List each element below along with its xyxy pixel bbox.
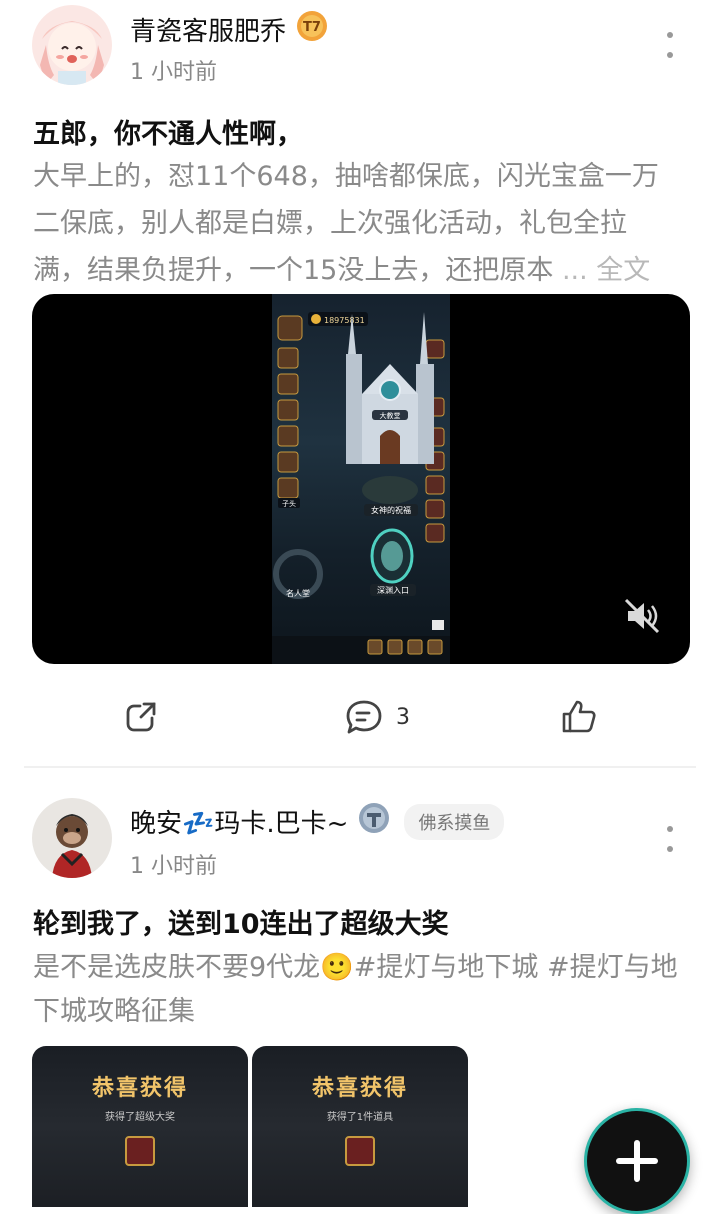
post-body-line-last: 满，结果负提升，一个15没上去，还把原本 ... 全文 bbox=[33, 247, 688, 294]
video-frame: 18975831 大教堂 女神的祝福 深渊入口 子头 名人堂 bbox=[272, 294, 450, 664]
avatar[interactable] bbox=[32, 5, 112, 85]
level-badge-icon bbox=[358, 802, 390, 841]
post-body-line: 是不是选皮肤不要9代龙🙂#提灯与地下城 #提灯与地 bbox=[33, 952, 678, 983]
scene-label: 女神的祝福 bbox=[371, 505, 411, 515]
post-image[interactable]: 恭喜获得 获得了超级大奖 bbox=[32, 1046, 248, 1207]
scene-label: 子头 bbox=[282, 499, 296, 508]
post-body-line: 下城攻略征集 bbox=[33, 996, 195, 1027]
user-tag: 佛系摸鱼 bbox=[404, 803, 505, 840]
reward-item-icon bbox=[345, 1136, 375, 1166]
post-body: 大早上的，怼11个648，抽啥都保底，闪光宝盒一万 二保底，别人都是白嫖，上次强… bbox=[33, 153, 688, 294]
avatar-image bbox=[32, 798, 112, 878]
author-name[interactable]: 青瓷客服肥乔 bbox=[130, 11, 286, 48]
scene-label: 名人堂 bbox=[286, 588, 310, 598]
comment-count: 3 bbox=[396, 704, 410, 730]
scene-label: 大教堂 bbox=[380, 411, 401, 420]
post-image[interactable]: 恭喜获得 获得了1件道具 bbox=[252, 1046, 468, 1207]
avatar[interactable] bbox=[32, 798, 112, 878]
author-row: 青瓷客服肥乔 T7 bbox=[130, 10, 328, 49]
image-subtitle: 获得了1件道具 bbox=[326, 1112, 394, 1123]
post-title: 五郎，你不通人性啊， bbox=[33, 119, 303, 150]
more-options-icon[interactable] bbox=[664, 32, 676, 58]
level-badge-text: T7 bbox=[303, 20, 321, 35]
post-body: 是不是选皮肤不要9代龙🙂#提灯与地下城 #提灯与地 下城攻略征集 bbox=[33, 946, 688, 1034]
share-button[interactable] bbox=[122, 697, 172, 737]
scene-label: 深渊入口 bbox=[377, 585, 409, 595]
avatar-image bbox=[32, 5, 112, 85]
post-card: 青瓷客服肥乔 T7 1 小时前 五郎，你不通人性啊， 大早上的，怼11个648，… bbox=[0, 0, 720, 768]
comment-icon bbox=[346, 700, 382, 734]
like-button[interactable] bbox=[560, 697, 610, 737]
author-name[interactable]: 晚安💤玛卡.巴卡~ bbox=[130, 803, 348, 840]
create-post-button[interactable] bbox=[584, 1108, 690, 1214]
image-title: 恭喜获得 bbox=[91, 1076, 188, 1101]
thumbs-up-icon bbox=[562, 700, 596, 733]
level-badge-icon: T7 bbox=[296, 10, 328, 49]
post-title: 轮到我了，送到10连出了超级大奖 bbox=[33, 909, 449, 940]
read-full-link[interactable]: ... 全文 bbox=[562, 255, 650, 286]
video-player[interactable]: 18975831 大教堂 女神的祝福 深渊入口 子头 名人堂 bbox=[32, 294, 690, 664]
image-subtitle: 获得了超级大奖 bbox=[105, 1112, 175, 1123]
mute-icon[interactable] bbox=[622, 596, 662, 636]
reward-item-icon bbox=[125, 1136, 155, 1166]
post-body-line: 二保底，别人都是白嫖，上次强化活动，礼包全拉 bbox=[33, 208, 627, 239]
post-divider bbox=[24, 766, 696, 768]
post-body-line: 大早上的，怼11个648，抽啥都保底，闪光宝盒一万 bbox=[33, 161, 659, 192]
share-icon bbox=[126, 702, 156, 732]
post-body-line: 满，结果负提升，一个15没上去，还把原本 bbox=[33, 255, 562, 286]
plus-icon bbox=[616, 1140, 658, 1182]
comment-button[interactable]: 3 bbox=[344, 697, 410, 737]
author-row: 晚安💤玛卡.巴卡~ 佛系摸鱼 bbox=[130, 802, 505, 841]
more-options-icon[interactable] bbox=[664, 826, 676, 852]
post-time: 1 小时前 bbox=[130, 854, 217, 879]
image-title: 恭喜获得 bbox=[311, 1076, 408, 1101]
post-time: 1 小时前 bbox=[130, 60, 217, 85]
game-scene-image: 18975831 大教堂 女神的祝福 深渊入口 子头 名人堂 bbox=[272, 312, 450, 664]
gold-count: 18975831 bbox=[324, 316, 365, 325]
